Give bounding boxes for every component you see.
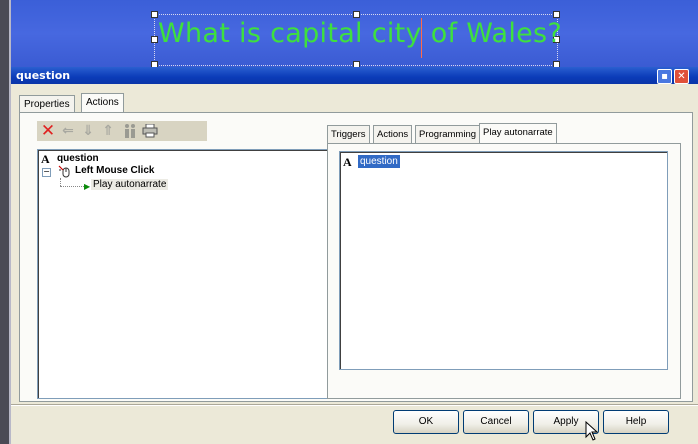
person-icon[interactable] [121, 121, 139, 141]
tree-connector [60, 186, 84, 188]
narration-item-question[interactable]: question [358, 155, 400, 168]
ok-button[interactable]: OK [393, 410, 459, 434]
tree-action-play-autonarrate[interactable]: Play autonarrate [91, 179, 169, 190]
arrow-up-icon[interactable]: ⇑ [99, 121, 117, 141]
tab-right-actions[interactable]: Actions [373, 125, 413, 143]
tab-actions[interactable]: Actions [81, 93, 124, 113]
left-edge-strip [0, 0, 9, 444]
action-tree[interactable]: A question − Left Mouse Click ▶ Play aut… [37, 149, 330, 399]
bottom-separator-highlight [11, 405, 698, 406]
printer-icon[interactable] [141, 121, 159, 141]
tree-expander[interactable]: − [42, 168, 51, 177]
tree-connector [60, 178, 62, 186]
resize-handle-tr[interactable] [553, 11, 560, 18]
actions-toolbar: ✕ ⇐ ⇓ ⇑ [37, 121, 207, 141]
text-caret [421, 18, 422, 58]
minimize-button[interactable]: ▪ [657, 69, 672, 84]
tab-triggers[interactable]: Triggers [327, 125, 370, 143]
tree-root-label[interactable]: question [57, 153, 99, 164]
dialog-title: question [16, 69, 71, 82]
delete-icon[interactable]: ✕ [39, 121, 57, 141]
arrow-left-icon[interactable]: ⇐ [59, 121, 77, 141]
tab-play-autonarrate[interactable]: Play autonarrate [479, 123, 557, 143]
help-button[interactable]: Help [603, 410, 669, 434]
close-button[interactable]: ✕ [674, 69, 689, 84]
arrow-down-icon[interactable]: ⇓ [79, 121, 97, 141]
play-triangle-icon: ▶ [84, 182, 91, 191]
resize-handle-tl[interactable] [151, 11, 158, 18]
question-text[interactable]: What is capital city of Wales? [158, 18, 562, 62]
resize-handle-tc[interactable] [353, 11, 360, 18]
play-autonarrate-panel: A question [327, 143, 681, 399]
question-dialog: question ▪ ✕ Properties Actions ✕ ⇐ ⇓ ⇑ … [11, 67, 698, 444]
cursor-hand-icon [585, 420, 599, 444]
cancel-button[interactable]: Cancel [463, 410, 529, 434]
tree-event-left-mouse-click[interactable]: Left Mouse Click [75, 165, 154, 176]
tab-programming[interactable]: Programming [415, 125, 481, 143]
narration-object-list[interactable]: A question [339, 151, 668, 370]
tab-properties[interactable]: Properties [19, 95, 75, 112]
dialog-titlebar[interactable]: question ▪ ✕ [11, 67, 698, 84]
text-object-icon: A [343, 155, 352, 169]
text-object-icon: A [41, 152, 50, 166]
resize-handle-ml[interactable] [151, 36, 158, 43]
